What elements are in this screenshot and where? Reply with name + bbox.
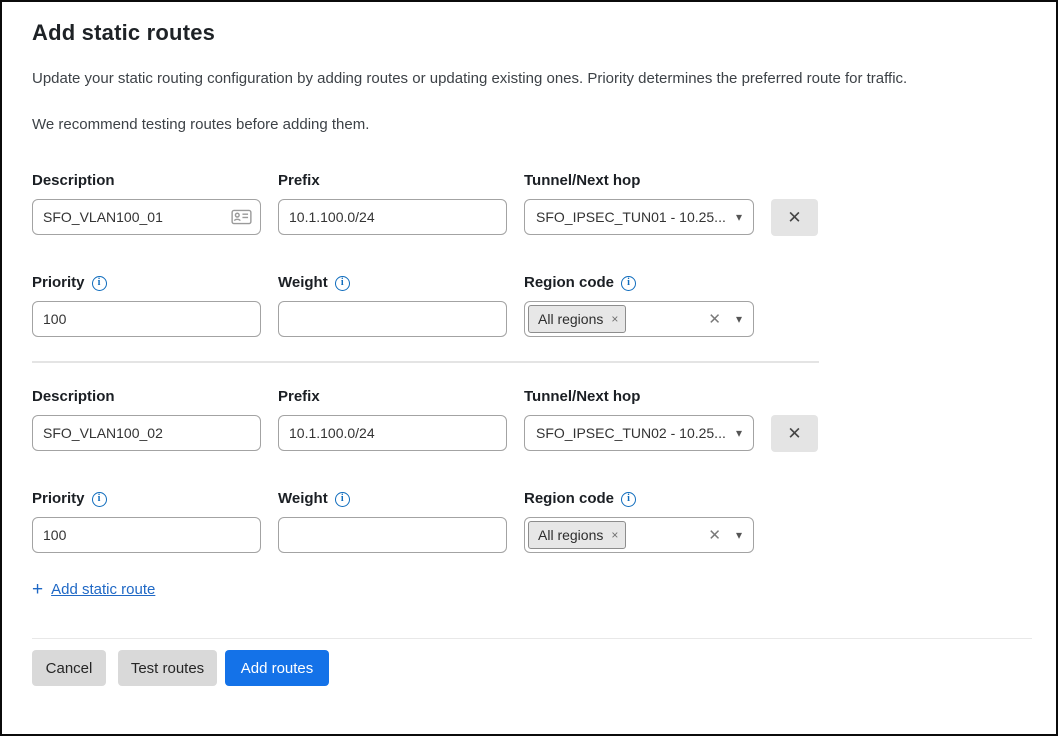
region-field-group: Region code i All regions × ✕ ▾ bbox=[524, 490, 754, 553]
tunnel-label: Tunnel/Next hop bbox=[524, 172, 754, 190]
info-icon[interactable]: i bbox=[621, 492, 636, 507]
region-multiselect[interactable]: All regions × ✕ ▾ bbox=[524, 517, 754, 553]
chip-remove-icon[interactable]: × bbox=[611, 529, 618, 541]
tunnel-label: Tunnel/Next hop bbox=[524, 388, 754, 406]
region-multiselect[interactable]: All regions × ✕ ▾ bbox=[524, 301, 754, 337]
description-field-group: Description bbox=[32, 172, 261, 236]
prefix-input[interactable] bbox=[278, 199, 507, 235]
region-chip-label: All regions bbox=[538, 311, 603, 327]
tunnel-field-group: Tunnel/Next hop SFO_IPSEC_TUN02 - 10.25.… bbox=[524, 388, 754, 452]
info-icon[interactable]: i bbox=[92, 492, 107, 507]
route-entry-1: Description bbox=[32, 172, 819, 337]
priority-input[interactable] bbox=[32, 517, 261, 553]
description-input[interactable] bbox=[32, 199, 261, 235]
clear-selection-icon[interactable]: ✕ bbox=[708, 312, 721, 327]
info-icon[interactable]: i bbox=[621, 276, 636, 291]
tunnel-select[interactable]: SFO_IPSEC_TUN01 - 10.25... ▾ bbox=[524, 199, 754, 235]
add-static-route-row: + Add static route bbox=[32, 580, 819, 599]
priority-input[interactable] bbox=[32, 301, 261, 337]
region-label: Region code i bbox=[524, 490, 754, 508]
page-title: Add static routes bbox=[32, 20, 1028, 46]
prefix-field-group: Prefix bbox=[278, 172, 507, 236]
add-static-routes-dialog: Add static routes Update your static rou… bbox=[0, 0, 1058, 736]
weight-field-group: Weight i bbox=[278, 274, 507, 337]
plus-icon: + bbox=[32, 580, 43, 599]
add-static-route-link[interactable]: Add static route bbox=[51, 581, 155, 598]
add-routes-button[interactable]: Add routes bbox=[225, 650, 329, 686]
description-input[interactable] bbox=[32, 415, 261, 451]
tunnel-select[interactable]: SFO_IPSEC_TUN02 - 10.25... ▾ bbox=[524, 415, 754, 451]
prefix-field-group: Prefix bbox=[278, 388, 507, 452]
remove-route-button[interactable]: ✕ bbox=[771, 199, 818, 236]
weight-input[interactable] bbox=[278, 517, 507, 553]
autofill-contact-icon[interactable] bbox=[231, 210, 252, 225]
priority-field-group: Priority i bbox=[32, 490, 261, 553]
footer-actions: Cancel Test routes Add routes bbox=[32, 650, 1028, 686]
chevron-down-icon[interactable]: ▾ bbox=[736, 313, 742, 325]
dialog-note: We recommend testing routes before addin… bbox=[32, 116, 1028, 133]
prefix-input[interactable] bbox=[278, 415, 507, 451]
weight-label: Weight i bbox=[278, 490, 507, 508]
priority-label: Priority i bbox=[32, 490, 261, 508]
clear-selection-icon[interactable]: ✕ bbox=[708, 528, 721, 543]
remove-route-button[interactable]: ✕ bbox=[771, 415, 818, 452]
weight-input[interactable] bbox=[278, 301, 507, 337]
routes-list: Description bbox=[32, 172, 819, 599]
info-icon[interactable]: i bbox=[92, 276, 107, 291]
priority-label: Priority i bbox=[32, 274, 261, 292]
info-icon[interactable]: i bbox=[335, 276, 350, 291]
description-label: Description bbox=[32, 388, 261, 406]
chip-remove-icon[interactable]: × bbox=[611, 313, 618, 325]
dialog-description: Update your static routing configuration… bbox=[32, 70, 1028, 87]
chevron-down-icon[interactable]: ▾ bbox=[736, 211, 742, 223]
chevron-down-icon[interactable]: ▾ bbox=[736, 529, 742, 541]
region-chip: All regions × bbox=[528, 305, 626, 333]
route-entry-2: Description Prefix Tunnel/Next hop SFO bbox=[32, 388, 819, 553]
region-field-group: Region code i All regions × ✕ ▾ bbox=[524, 274, 754, 337]
chevron-down-icon[interactable]: ▾ bbox=[736, 427, 742, 439]
tunnel-select-value: SFO_IPSEC_TUN01 - 10.25... bbox=[536, 209, 728, 225]
test-routes-button[interactable]: Test routes bbox=[118, 650, 217, 686]
tunnel-field-group: Tunnel/Next hop SFO_IPSEC_TUN01 - 10.25.… bbox=[524, 172, 754, 236]
cancel-button[interactable]: Cancel bbox=[32, 650, 106, 686]
region-chip-label: All regions bbox=[538, 527, 603, 543]
footer-divider bbox=[32, 638, 1032, 639]
priority-field-group: Priority i bbox=[32, 274, 261, 337]
description-label: Description bbox=[32, 172, 261, 190]
weight-label: Weight i bbox=[278, 274, 507, 292]
region-label: Region code i bbox=[524, 274, 754, 292]
description-field-group: Description bbox=[32, 388, 261, 452]
region-chip: All regions × bbox=[528, 521, 626, 549]
weight-field-group: Weight i bbox=[278, 490, 507, 553]
route-divider bbox=[32, 361, 819, 363]
tunnel-select-value: SFO_IPSEC_TUN02 - 10.25... bbox=[536, 425, 728, 441]
info-icon[interactable]: i bbox=[335, 492, 350, 507]
prefix-label: Prefix bbox=[278, 172, 507, 190]
prefix-label: Prefix bbox=[278, 388, 507, 406]
